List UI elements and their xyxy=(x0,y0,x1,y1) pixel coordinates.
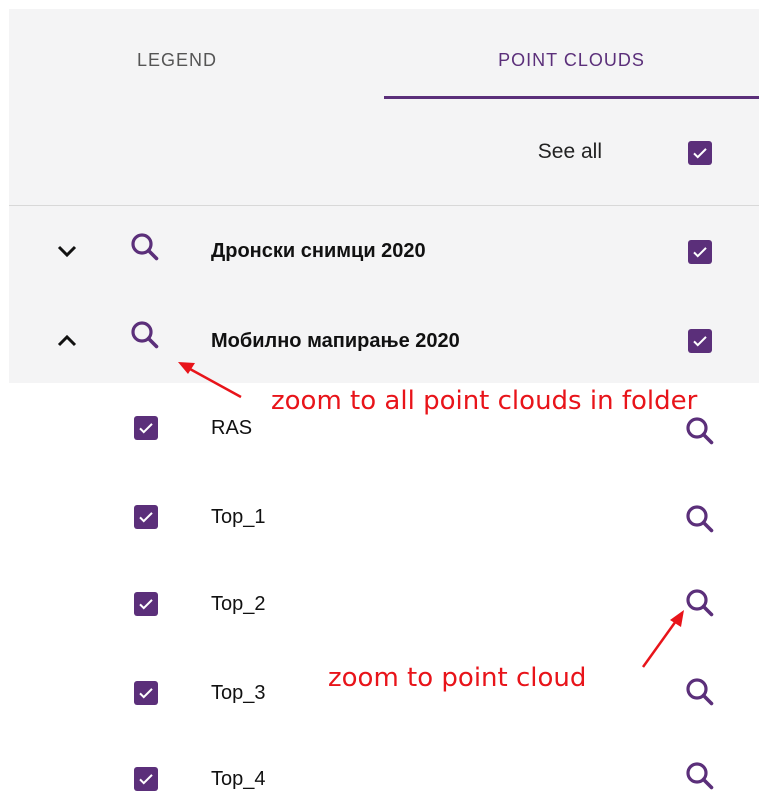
item-label: Top_2 xyxy=(211,593,266,615)
item-checkbox[interactable] xyxy=(134,767,158,791)
checkmark-icon xyxy=(139,688,153,699)
annotation-folder-zoom: zoom to all point clouds in folder xyxy=(271,386,698,416)
see-all-label: See all xyxy=(537,140,602,163)
item-label: Top_3 xyxy=(211,682,266,704)
header-divider xyxy=(9,205,759,206)
chevron-down-icon[interactable] xyxy=(50,234,84,268)
item-label: Top_1 xyxy=(211,506,266,528)
item-label: RAS xyxy=(211,417,253,439)
checkmark-icon xyxy=(139,599,153,610)
search-icon[interactable] xyxy=(128,318,162,352)
item-checkbox[interactable] xyxy=(134,681,158,705)
checkmark-icon xyxy=(693,336,707,347)
search-icon[interactable] xyxy=(683,414,717,448)
annotation-item-zoom: zoom to point cloud xyxy=(328,663,587,693)
item-label: Top_4 xyxy=(211,768,266,790)
item-checkbox[interactable] xyxy=(134,416,158,440)
folder-checkbox[interactable] xyxy=(688,240,712,264)
chevron-up-icon[interactable] xyxy=(50,324,84,358)
checkmark-icon xyxy=(139,423,153,434)
search-icon[interactable] xyxy=(683,675,717,709)
see-all-checkbox[interactable] xyxy=(688,141,712,165)
item-checkbox[interactable] xyxy=(134,592,158,616)
checkmark-icon xyxy=(139,774,153,785)
checkmark-icon xyxy=(139,512,153,523)
search-icon[interactable] xyxy=(128,230,162,264)
search-icon[interactable] xyxy=(683,759,717,793)
item-checkbox[interactable] xyxy=(134,505,158,529)
tab-legend[interactable]: LEGEND xyxy=(112,38,242,98)
annotation-arrow-item xyxy=(641,610,684,668)
tab-point-clouds[interactable]: POINT CLOUDS xyxy=(384,38,759,98)
folder-checkbox[interactable] xyxy=(688,329,712,353)
checkmark-icon xyxy=(693,148,707,159)
checkmark-icon xyxy=(693,247,707,258)
active-tab-indicator xyxy=(384,96,759,99)
search-icon[interactable] xyxy=(683,502,717,536)
search-icon[interactable] xyxy=(683,586,717,620)
folder-label: Дронски снимци 2020 xyxy=(211,240,426,262)
folder-label: Мобилно мапирање 2020 xyxy=(211,330,460,352)
